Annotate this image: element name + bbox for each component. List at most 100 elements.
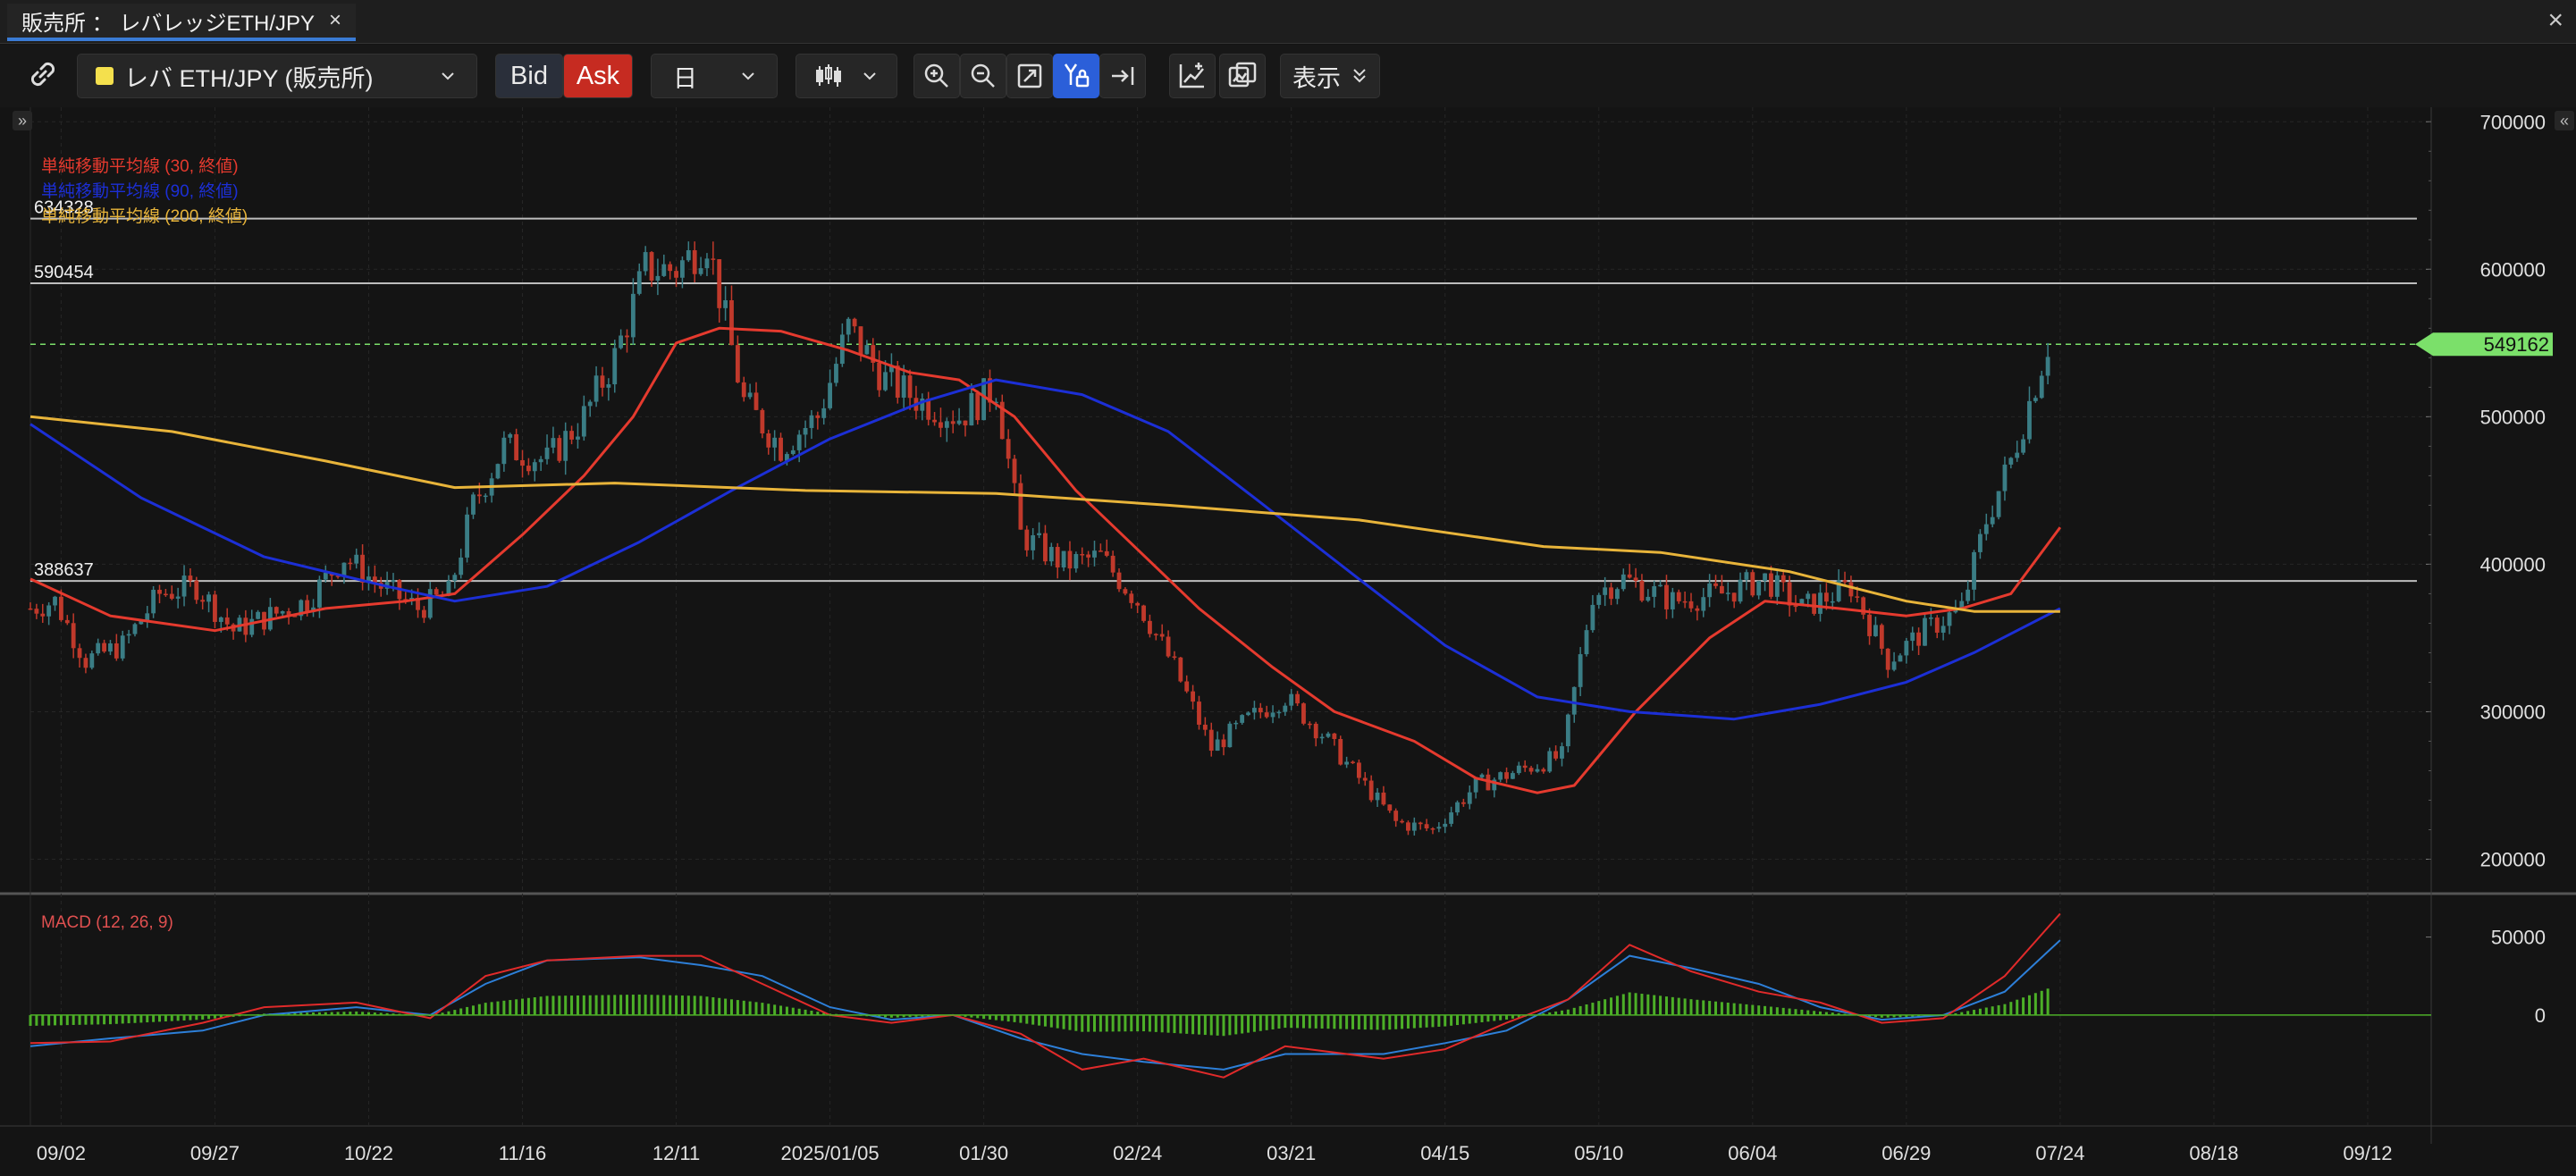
candle-body: [157, 589, 162, 594]
candle-body: [1867, 614, 1872, 636]
candle-body: [1756, 580, 1762, 596]
candle-body: [1135, 602, 1141, 606]
candle-body: [907, 375, 913, 399]
candle-body: [1904, 641, 1909, 656]
legend-sma90[interactable]: 単純移動平均線 (90, 終値): [41, 181, 239, 201]
chevron-down-icon: [863, 72, 876, 80]
jump-latest-icon[interactable]: [1099, 54, 1146, 98]
link-icon[interactable]: [20, 52, 66, 97]
histogram-bar: [994, 1014, 998, 1021]
candle-body: [963, 420, 968, 426]
candle-body: [1344, 761, 1350, 765]
histogram-bar: [1105, 1014, 1108, 1032]
zoom-in-icon[interactable]: [913, 54, 960, 98]
histogram-bar: [2003, 1004, 2007, 1016]
candle-body: [895, 365, 900, 398]
histogram-bar: [1775, 1007, 1779, 1016]
legend-sma30[interactable]: 単純移動平均線 (30, 終値): [41, 156, 239, 176]
display-menu-button[interactable]: 表示: [1280, 54, 1380, 98]
period-select[interactable]: 日: [651, 54, 778, 98]
candle-body: [126, 634, 131, 636]
candle-body: [680, 260, 685, 278]
histogram-bar: [158, 1014, 162, 1022]
candle-body: [1571, 686, 1577, 715]
symbol-select[interactable]: レバ ETH/JPY (販売所): [77, 54, 477, 98]
compare-icon[interactable]: [1219, 54, 1266, 98]
price-tick-label: 700000: [2480, 111, 2546, 133]
candle-body: [1701, 597, 1706, 611]
candle-body: [1110, 555, 1115, 573]
window-close-icon[interactable]: ×: [2547, 5, 2563, 36]
candle-body: [1455, 802, 1460, 813]
histogram-bar: [1130, 1014, 1133, 1032]
candle-body: [1664, 584, 1669, 609]
candle-body: [1744, 572, 1749, 580]
candle-body: [1233, 722, 1239, 725]
price-tick-label: 600000: [2480, 258, 2546, 281]
expand-left-icon[interactable]: »: [18, 112, 27, 130]
chart-area[interactable]: 634328590454388637 200000300000400000500…: [0, 107, 2576, 1176]
candle-body: [520, 459, 525, 466]
histogram-bar: [1209, 1014, 1213, 1036]
candle-body: [1793, 605, 1798, 608]
auto-scale-lock-icon[interactable]: [1053, 54, 1099, 98]
histogram-bar: [1634, 993, 1637, 1016]
histogram-bar: [1000, 1014, 1004, 1021]
histogram-bar: [1738, 1004, 1742, 1016]
histogram-bar: [1277, 1014, 1281, 1029]
histogram-bar: [1984, 1007, 1988, 1016]
candle-body: [1006, 439, 1011, 459]
histogram-bar: [539, 996, 543, 1016]
candle-body: [1823, 592, 1829, 602]
histogram-bar: [1284, 1014, 1287, 1029]
chevron-double-down-icon: [1353, 69, 1366, 83]
candle-body: [1750, 572, 1755, 596]
histogram-bar: [1781, 1007, 1785, 1016]
candle-body: [1313, 723, 1318, 739]
zoom-out-icon[interactable]: [960, 54, 1006, 98]
fit-icon[interactable]: [1006, 54, 1053, 98]
window-title-bar: 販売所 ： レバレッジETH/JPY × ×: [0, 0, 2576, 44]
candle-body: [619, 335, 624, 349]
legend-sma200[interactable]: 単純移動平均線 (200, 終値): [41, 206, 248, 226]
time-tick-label: 2025/01/05: [781, 1142, 880, 1164]
histogram-bar: [718, 997, 721, 1016]
candle-body: [587, 401, 593, 407]
histogram-bar: [662, 995, 666, 1016]
legend-macd[interactable]: MACD (12, 26, 9): [41, 913, 173, 932]
candle-body: [821, 407, 827, 418]
histogram-bar: [1757, 1005, 1761, 1016]
candle-body: [1024, 529, 1030, 550]
candle-body: [1627, 574, 1632, 578]
expand-right-icon[interactable]: «: [2560, 112, 2569, 130]
candle-body: [194, 580, 199, 601]
tab-close-icon[interactable]: ×: [329, 8, 341, 33]
candle-body: [175, 596, 181, 599]
candle-body: [864, 345, 870, 355]
histogram-bar: [699, 995, 703, 1016]
histogram-bar: [607, 995, 610, 1016]
candle-body: [2008, 458, 2014, 465]
candle-body: [1381, 792, 1386, 805]
candle-body: [1289, 693, 1294, 706]
price-tick-label: 200000: [2480, 848, 2546, 870]
histogram-bar: [1314, 1014, 1317, 1029]
histogram-bar: [558, 995, 561, 1016]
indicator-icon[interactable]: [1169, 54, 1216, 98]
candle-body: [1923, 617, 1927, 646]
candle-body: [1916, 632, 1922, 646]
histogram-bar: [484, 1003, 487, 1016]
symbol-color-swatch: [96, 67, 114, 85]
candle-body: [213, 594, 217, 622]
candle-body: [2002, 464, 2008, 491]
candle-body: [944, 421, 949, 428]
bid-button[interactable]: Bid: [495, 54, 563, 98]
histogram-bar: [1345, 1014, 1349, 1029]
histogram-bar: [1363, 1014, 1367, 1030]
ask-button[interactable]: Ask: [563, 54, 633, 98]
candle-body: [735, 345, 740, 382]
time-tick-label: 10/22: [344, 1142, 393, 1164]
candle-body: [1406, 822, 1410, 831]
chart-type-select[interactable]: [796, 54, 897, 98]
chart-tab[interactable]: 販売所 ： レバレッジETH/JPY ×: [7, 4, 357, 41]
